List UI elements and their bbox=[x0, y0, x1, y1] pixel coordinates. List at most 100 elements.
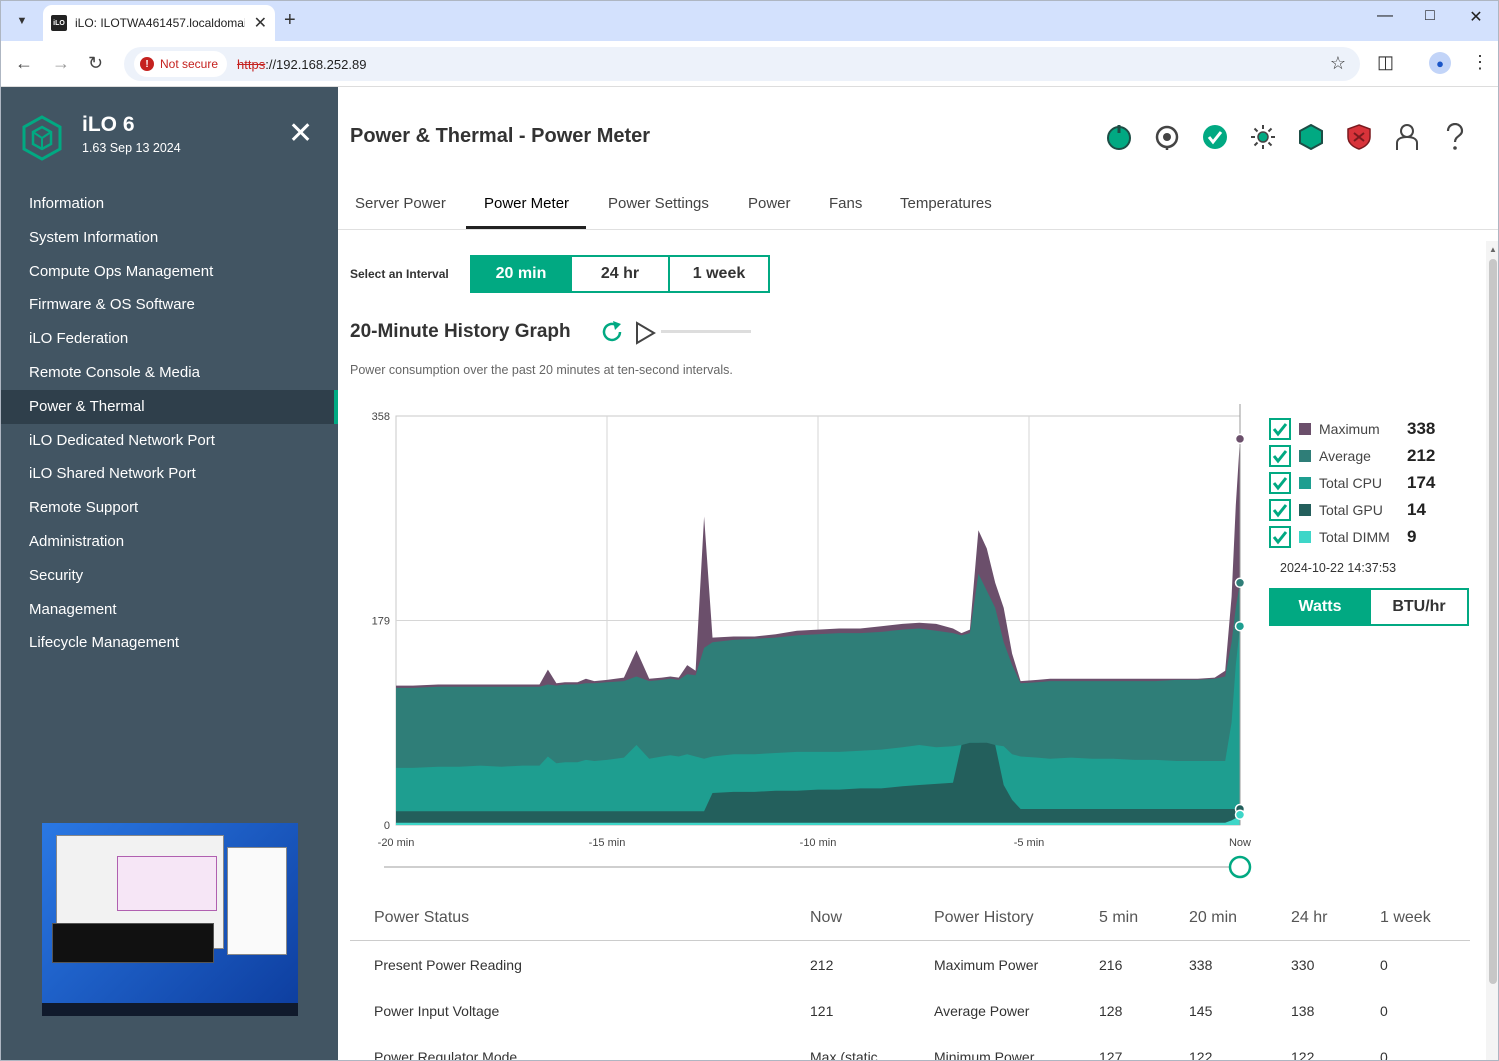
new-tab-icon[interactable]: + bbox=[284, 9, 296, 32]
legend-checkbox[interactable] bbox=[1269, 417, 1291, 440]
taskbar bbox=[42, 1003, 298, 1016]
play-icon[interactable] bbox=[634, 321, 656, 345]
not-secure-label: Not secure bbox=[160, 57, 219, 71]
security-hex-icon[interactable] bbox=[1297, 123, 1325, 151]
user-icon[interactable] bbox=[1393, 123, 1421, 151]
health-ok-icon[interactable] bbox=[1201, 123, 1229, 151]
scrollbar-thumb[interactable] bbox=[1489, 259, 1497, 984]
refresh-icon[interactable] bbox=[600, 320, 624, 344]
playback-slider[interactable] bbox=[661, 330, 751, 333]
reload-icon[interactable]: ↻ bbox=[88, 53, 103, 74]
warning-icon: ! bbox=[140, 57, 154, 71]
interval-24hr-button[interactable]: 24 hr bbox=[570, 255, 670, 293]
th-power-status: Power Status bbox=[374, 909, 470, 926]
table-header: Power Status Now Power History 5 min 20 … bbox=[350, 899, 1470, 941]
sidebar-item-management[interactable]: Management bbox=[1, 593, 338, 627]
sidebar-close-icon[interactable]: ✕ bbox=[288, 119, 313, 149]
interval-20min-button[interactable]: 20 min bbox=[470, 255, 572, 293]
legend-row-total-gpu: Total GPU 14 bbox=[1269, 496, 1479, 523]
back-icon[interactable]: ← bbox=[15, 53, 33, 74]
tab-power-settings[interactable]: Power Settings bbox=[608, 195, 709, 226]
profile-avatar[interactable]: ● bbox=[1429, 52, 1451, 74]
endpoint-marker bbox=[1234, 433, 1246, 445]
reading-timestamp: 2024-10-22 14:37:53 bbox=[1280, 561, 1397, 575]
extensions-icon[interactable]: ◫ bbox=[1377, 52, 1394, 73]
table-cell: 0 bbox=[1380, 1049, 1388, 1061]
legend-name: Total DIMM bbox=[1319, 528, 1390, 545]
time-scrubber-handle[interactable] bbox=[1228, 855, 1252, 879]
remote-console-thumbnail[interactable] bbox=[42, 823, 298, 1016]
unit-btuhr-button[interactable]: BTU/hr bbox=[1369, 588, 1469, 626]
ilo-logo-icon bbox=[22, 115, 62, 161]
legend-name: Maximum bbox=[1319, 420, 1380, 437]
legend-row-average: Average 212 bbox=[1269, 442, 1479, 469]
not-secure-chip[interactable]: ! Not secure bbox=[134, 51, 228, 77]
tab-power[interactable]: Power bbox=[748, 195, 791, 226]
power-icon[interactable] bbox=[1105, 123, 1133, 151]
legend-value: 338 bbox=[1407, 418, 1436, 438]
endpoint-marker bbox=[1234, 620, 1246, 632]
sidebar-item-system-information[interactable]: System Information bbox=[1, 221, 338, 255]
table-row: Power Regulator Mode Max (static Minimum P… bbox=[350, 1033, 1470, 1061]
tab-search-chevron-icon[interactable]: ▼ bbox=[10, 9, 34, 33]
legend-checkbox[interactable] bbox=[1269, 498, 1291, 521]
tab-server-power[interactable]: Server Power bbox=[355, 195, 446, 226]
minimize-icon[interactable]: — bbox=[1365, 7, 1405, 25]
url-text[interactable]: https://192.168.252.89 bbox=[237, 57, 366, 72]
table-row: Power Input Voltage 121 Average Power 128 14… bbox=[350, 987, 1470, 1033]
sidebar-item-ilo-shared-network-port[interactable]: iLO Shared Network Port bbox=[1, 457, 338, 491]
sidebar-item-remote-console-media[interactable]: Remote Console & Media bbox=[1, 356, 338, 390]
forward-icon[interactable]: → bbox=[52, 53, 70, 74]
sidebar-item-information[interactable]: Information bbox=[1, 187, 338, 221]
sidebar-item-ilo-federation[interactable]: iLO Federation bbox=[1, 322, 338, 356]
table-body: Present Power Reading 212 Maximum Power 216… bbox=[350, 941, 1470, 1061]
sidebar-item-compute-ops-management[interactable]: Compute Ops Management bbox=[1, 255, 338, 289]
x-tick-label: -10 min bbox=[800, 837, 837, 849]
maximize-icon[interactable]: □ bbox=[1410, 7, 1450, 25]
endpoint-marker bbox=[1234, 809, 1246, 820]
profile-icon: ● bbox=[1429, 52, 1451, 74]
shield-icon[interactable] bbox=[1345, 123, 1373, 151]
table-cell: Present Power Reading bbox=[374, 957, 522, 973]
tab-power-meter[interactable]: Power Meter bbox=[466, 195, 587, 229]
table-cell: 0 bbox=[1380, 957, 1388, 973]
interval-1week-button[interactable]: 1 week bbox=[668, 255, 770, 293]
tab-fans[interactable]: Fans bbox=[829, 195, 862, 226]
scroll-up-icon[interactable]: ▲ bbox=[1489, 245, 1497, 254]
sidebar-item-firmware-os-software[interactable]: Firmware & OS Software bbox=[1, 288, 338, 322]
th-5min: 5 min bbox=[1099, 909, 1139, 926]
browser-tab[interactable]: iLO iLO: ILOTWA461457.localdomain ✕ bbox=[43, 5, 275, 41]
app-version: 1.63 Sep 13 2024 bbox=[82, 141, 181, 155]
sidebar-item-security[interactable]: Security bbox=[1, 559, 338, 593]
graph-subtitle: Power consumption over the past 20 minut… bbox=[350, 363, 733, 377]
th-1week: 1 week bbox=[1380, 909, 1431, 926]
browser-menu-icon[interactable]: ⋮ bbox=[1471, 52, 1489, 73]
uid-icon[interactable] bbox=[1153, 123, 1181, 151]
table-cell: 128 bbox=[1099, 1003, 1123, 1019]
bookmark-star-icon[interactable]: ☆ bbox=[1330, 53, 1346, 74]
legend-value: 174 bbox=[1407, 472, 1436, 492]
table-cell: 330 bbox=[1291, 957, 1315, 973]
legend-checkbox[interactable] bbox=[1269, 471, 1291, 494]
legend-checkbox[interactable] bbox=[1269, 444, 1291, 467]
vertical-scrollbar[interactable]: ▲ bbox=[1486, 241, 1498, 1060]
tab-temperatures[interactable]: Temperatures bbox=[900, 195, 992, 226]
y-tick-label: 179 bbox=[372, 616, 390, 628]
sidebar-item-administration[interactable]: Administration bbox=[1, 525, 338, 559]
help-icon[interactable] bbox=[1441, 123, 1469, 151]
table-cell: 145 bbox=[1189, 1003, 1213, 1019]
sidebar-item-power-thermal[interactable]: Power & Thermal bbox=[1, 389, 338, 424]
sidebar-item-ilo-dedicated-network-port[interactable]: iLO Dedicated Network Port bbox=[1, 424, 338, 458]
sidebar-item-remote-support[interactable]: Remote Support bbox=[1, 491, 338, 525]
tab-close-icon[interactable]: ✕ bbox=[254, 13, 267, 33]
checkmark-icon bbox=[1272, 503, 1288, 517]
legend-row-total-cpu: Total CPU 174 bbox=[1269, 469, 1479, 496]
lamp-icon[interactable] bbox=[1249, 123, 1277, 151]
unit-watts-button[interactable]: Watts bbox=[1269, 588, 1371, 626]
address-bar[interactable]: ! Not secure https://192.168.252.89 ☆ bbox=[124, 47, 1360, 81]
console-window bbox=[52, 923, 214, 963]
legend-checkbox[interactable] bbox=[1269, 525, 1291, 548]
sidebar-item-lifecycle-management[interactable]: Lifecycle Management bbox=[1, 626, 338, 660]
table-cell: 338 bbox=[1189, 957, 1213, 973]
window-close-icon[interactable]: ✕ bbox=[1456, 7, 1496, 27]
